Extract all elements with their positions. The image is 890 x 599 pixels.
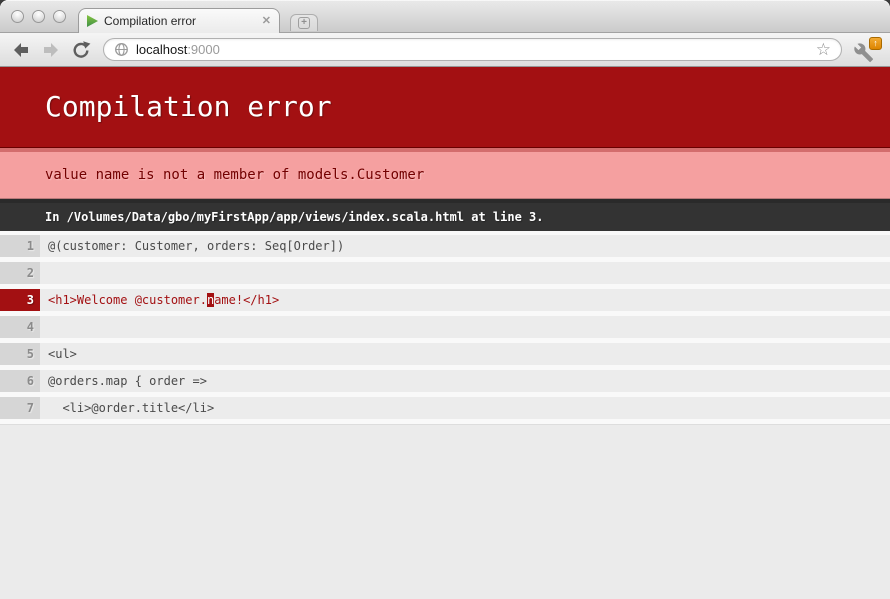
titlebar: Compilation error ✕ + [0,0,890,33]
new-tab-button[interactable]: + [290,14,318,31]
code-after-marker: ame!</h1> [214,293,279,307]
line-code: <ul> [40,343,890,365]
code-line-2: 2 [0,262,890,284]
line-number: 6 [0,370,40,392]
code-line-4: 4 [0,316,890,338]
tab-title: Compilation error [104,14,196,28]
page-background [0,424,890,599]
forward-arrow-icon [41,40,61,60]
line-number: 1 [0,235,40,257]
code-line-5: 5 <ul> [0,343,890,365]
line-code: @orders.map { order => [40,370,890,392]
code-before-marker: <h1>Welcome @customer. [48,293,207,307]
tab-close-icon[interactable]: ✕ [262,16,271,27]
page-title: Compilation error [0,67,890,148]
url-host: localhost [136,42,187,57]
line-number: 5 [0,343,40,365]
bookmark-star-icon[interactable]: ☆ [816,41,831,58]
error-detail: value name is not a member of models.Cus… [0,148,890,199]
page-content: Compilation error value name is not a me… [0,67,890,599]
line-code: @(customer: Customer, orders: Seq[Order]… [40,235,890,257]
code-line-3-error: 3 <h1>Welcome @customer.name!</h1> [0,289,890,311]
address-bar-url: localhost:9000 [136,42,220,57]
error-location: In /Volumes/Data/gbo/myFirstApp/app/view… [0,199,890,231]
back-button[interactable] [8,37,34,63]
wrench-menu-button[interactable]: ↑ [850,35,882,65]
forward-button[interactable] [38,37,64,63]
code-line-7: 7 <li>@order.title</li> [0,397,890,419]
line-number: 3 [0,289,40,311]
line-code: <li>@order.title</li> [40,397,890,419]
code-line-6: 6 @orders.map { order => [0,370,890,392]
line-code [40,262,890,284]
code-listing: 1 @(customer: Customer, orders: Seq[Orde… [0,231,890,424]
reload-icon [71,40,91,60]
address-bar-input[interactable]: localhost:9000 ☆ [103,38,842,61]
browser-window: Compilation error ✕ + [0,0,890,599]
reload-button[interactable] [68,37,94,63]
window-controls [11,10,66,23]
code-line-1: 1 @(customer: Customer, orders: Seq[Orde… [0,235,890,257]
back-arrow-icon [11,40,31,60]
window-zoom-button[interactable] [53,10,66,23]
line-number: 7 [0,397,40,419]
browser-tab[interactable]: Compilation error ✕ [78,8,280,33]
window-minimize-button[interactable] [32,10,45,23]
line-code [40,316,890,338]
navigation-toolbar: localhost:9000 ☆ ↑ [0,33,890,67]
globe-icon [114,42,129,57]
line-code: <h1>Welcome @customer.name!</h1> [40,289,890,311]
line-number: 4 [0,316,40,338]
window-close-button[interactable] [11,10,24,23]
plus-icon: + [298,17,310,29]
update-badge-icon: ↑ [869,37,882,50]
url-port: :9000 [187,42,220,57]
line-number: 2 [0,262,40,284]
play-framework-favicon-icon [87,15,98,27]
